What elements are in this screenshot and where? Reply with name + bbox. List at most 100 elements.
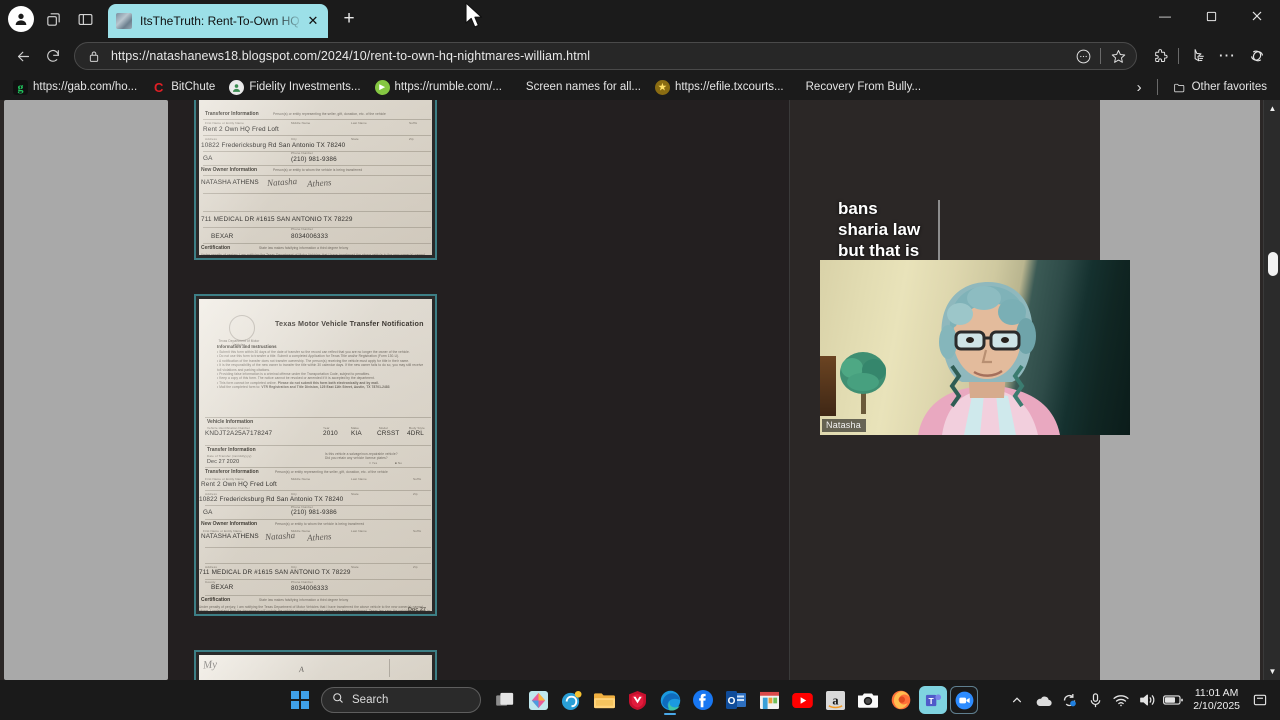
doc-section-heading: New Owner Information <box>201 167 258 173</box>
furniture-shape <box>820 356 836 416</box>
doc-section-heading: Transferor Information <box>205 469 259 475</box>
doc-section-note: State law makes falsifying information a… <box>259 598 349 602</box>
minimize-button[interactable]: — <box>1142 0 1188 32</box>
scanned-document[interactable]: Transferor Information Person(s) or enti… <box>194 100 437 260</box>
microphone-icon[interactable] <box>1083 685 1107 715</box>
taskbar-search-input[interactable]: Search <box>321 687 481 713</box>
new-tab-button[interactable]: + <box>334 4 364 34</box>
other-favorites-folder[interactable]: Other favorites <box>1165 78 1274 97</box>
taskbar-app-zoom[interactable] <box>950 686 978 714</box>
settings-more-icon[interactable]: ⋯ <box>1212 41 1242 71</box>
document-image: Texas Department of Motor Vehicles Texas… <box>199 299 432 611</box>
taskbar-app-camera[interactable] <box>853 684 883 716</box>
tab-strip-left-icons <box>0 4 100 34</box>
doc-field-date-of-transfer: Dec 27 2020 <box>207 459 240 465</box>
copilot-icon[interactable] <box>1242 41 1272 71</box>
address-bar-actions <box>1071 44 1132 68</box>
taskbar-app-widgets[interactable] <box>523 684 553 716</box>
windows-start-icon[interactable] <box>284 684 316 716</box>
taskbar-app-microsoft-teams[interactable]: T <box>919 686 947 714</box>
doc-field-vin: KNDJT2A25A7178247 <box>205 430 273 437</box>
bookmark-item[interactable]: ▶ https://rumble.com/... <box>368 78 509 97</box>
address-bar-url[interactable]: https://natashanews18.blogspot.com/2024/… <box>103 49 1071 63</box>
page-scrollbar[interactable]: ▲ ▼ <box>1263 100 1280 680</box>
wifi-icon[interactable] <box>1109 685 1133 715</box>
chevron-up-icon[interactable] <box>1005 685 1029 715</box>
lock-icon[interactable] <box>85 50 103 63</box>
doc-field-new-owner-phone: 8034006333 <box>291 585 329 592</box>
taskbar-app-facebook[interactable] <box>688 684 718 716</box>
taskbar-app-youtube[interactable] <box>787 684 817 716</box>
taskbar-app-mcafee[interactable] <box>622 684 652 716</box>
taskbar-app-file-explorer[interactable] <box>589 684 619 716</box>
bookmark-item[interactable]: Recovery From Bully... <box>799 79 928 95</box>
doc-section-heading: Transfer Information <box>207 447 256 453</box>
fidelity-icon <box>229 79 245 95</box>
bookmark-item[interactable]: ★ https://efile.txcourts... <box>648 78 791 97</box>
bookmarks-bar-right: › Other favorites <box>1129 78 1274 97</box>
split-screen-icon[interactable] <box>70 4 100 34</box>
doc-field-new-owner-county: BEXAR <box>211 233 234 240</box>
doc-field-new-owner-county: BEXAR <box>211 584 234 591</box>
maximize-button[interactable] <box>1188 0 1234 32</box>
speaker-icon[interactable] <box>1135 685 1159 715</box>
webcam-video-overlay[interactable]: Natasha <box>820 260 1130 435</box>
back-button[interactable] <box>8 41 38 71</box>
bookmark-item[interactable]: Fidelity Investments... <box>222 78 367 97</box>
scrollbar-thumb[interactable] <box>1268 252 1278 276</box>
bookmark-item[interactable]: g https://gab.com/ho... <box>6 78 144 97</box>
divider <box>1156 79 1158 95</box>
bitchute-icon: C <box>154 79 164 95</box>
bookmark-item[interactable]: Screen names for all... <box>519 79 648 95</box>
tab-close-icon[interactable]: ✕ <box>304 12 322 30</box>
profile-button[interactable] <box>6 4 36 34</box>
taskbar-app-amazon[interactable]: a <box>820 684 850 716</box>
search-icon <box>332 691 344 709</box>
browser-window: ItsTheTruth: Rent-To-Own HQ Nig ✕ + — ht… <box>0 0 1280 720</box>
bookmark-label: https://rumble.com/... <box>394 81 502 93</box>
collections-icon[interactable] <box>1182 41 1212 71</box>
scrollbar-up-arrow-icon[interactable]: ▲ <box>1264 100 1280 117</box>
favorite-star-icon[interactable] <box>1106 44 1130 68</box>
browser-tab-active[interactable]: ItsTheTruth: Rent-To-Own HQ Nig ✕ <box>108 4 328 38</box>
notification-bell-icon[interactable] <box>1248 685 1272 715</box>
doc-section-heading: Information and Instructions <box>217 344 277 349</box>
clock-date: 2/10/2025 <box>1193 700 1240 712</box>
page-viewport: Transferor Information Person(s) or enti… <box>0 100 1280 680</box>
doc-field-new-owner-phone: 8034006333 <box>291 233 329 240</box>
taskbar-app-outlook[interactable]: O <box>721 684 751 716</box>
doc-field-body: 4DRL <box>407 430 424 437</box>
profile-avatar <box>8 6 34 32</box>
navigation-toolbar: https://natashanews18.blogspot.com/2024/… <box>0 38 1280 74</box>
ellipsis-circle-icon[interactable] <box>1071 44 1095 68</box>
tab-actions-icon[interactable] <box>38 4 68 34</box>
taskbar-app-task-view[interactable] <box>490 684 520 716</box>
address-bar[interactable]: https://natashanews18.blogspot.com/2024/… <box>74 42 1137 70</box>
caption-line-3: but that is <box>838 241 920 260</box>
doc-section-note: Person(s) or entity representing the sel… <box>275 470 388 474</box>
sync-status-icon[interactable] <box>1057 685 1081 715</box>
svg-text:O: O <box>728 696 736 707</box>
battery-icon[interactable] <box>1161 685 1185 715</box>
onedrive-cloud-icon[interactable] <box>1031 685 1055 715</box>
doc-field-transferor-name: Rent 2 Own HQ Fred Loft <box>203 126 279 133</box>
doc-field-new-owner-address: 711 MEDICAL DR #1615 SAN ANTONIO TX 7822… <box>199 569 351 576</box>
taskbar-clock[interactable]: 11:01 AM 2/10/2025 <box>1187 687 1246 713</box>
bookmark-label: Fidelity Investments... <box>249 81 361 93</box>
doc-section-heading: Certification <box>201 597 231 603</box>
bookmarks-overflow-chevron-icon[interactable]: › <box>1129 79 1150 96</box>
refresh-button[interactable] <box>38 41 68 71</box>
bookmarks-bar: g https://gab.com/ho... C BitChute Fidel… <box>0 74 1280 100</box>
extensions-puzzle-icon[interactable] <box>1145 41 1175 71</box>
taskbar-app-firefox[interactable] <box>886 684 916 716</box>
taskbar-app-microsoft-store[interactable] <box>754 684 784 716</box>
bookmark-item[interactable]: C BitChute <box>144 78 222 97</box>
scanned-document[interactable]: Texas Department of Motor Vehicles Texas… <box>194 294 437 616</box>
taskbar-app-microsoft-edge[interactable] <box>655 684 685 716</box>
tree-picture-icon <box>840 352 886 414</box>
taskbar-app-copilot[interactable] <box>556 684 586 716</box>
webcam-participant-name: Natasha <box>822 419 866 432</box>
close-button[interactable] <box>1234 0 1280 32</box>
scanned-document[interactable]: My A <box>194 650 437 680</box>
scrollbar-down-arrow-icon[interactable]: ▼ <box>1264 663 1280 680</box>
